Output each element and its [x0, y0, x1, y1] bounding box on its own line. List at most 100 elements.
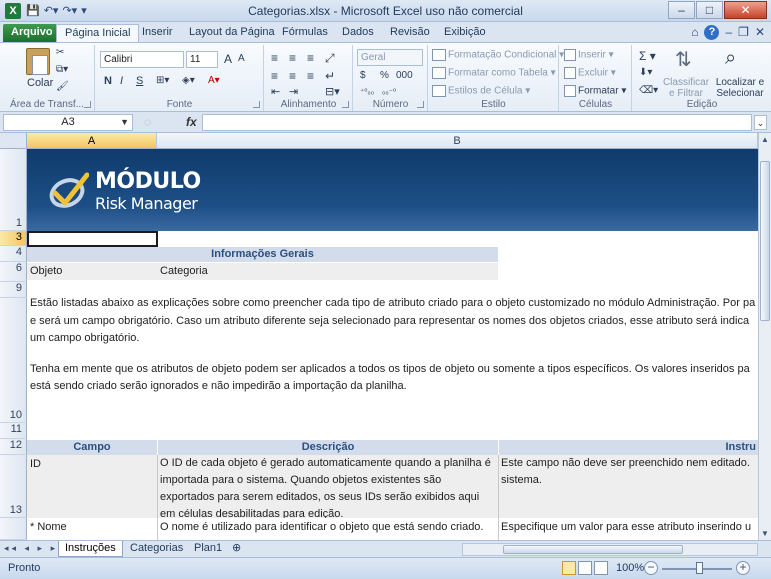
sheet-tab-plan1[interactable]: Plan1 — [188, 541, 228, 557]
tab-formulas[interactable]: Fórmulas — [274, 24, 336, 42]
row-header-14[interactable] — [0, 518, 27, 540]
currency-button[interactable]: $ — [360, 70, 366, 81]
clipboard-launcher[interactable] — [84, 101, 91, 108]
font-color-icon[interactable]: A▾ — [208, 75, 220, 86]
table-row-13-descricao[interactable]: O ID de cada objeto é gerado automaticam… — [160, 455, 496, 518]
row-header-12[interactable]: 12 — [0, 439, 27, 455]
sheet-tab-categorias[interactable]: Categorias — [124, 541, 189, 557]
align-top-icon[interactable]: ≡ — [271, 51, 278, 65]
tab-data[interactable]: Dados — [334, 24, 382, 42]
clear-icon[interactable]: ⌫▾ — [639, 85, 658, 96]
name-box[interactable]: A3 ▼ — [3, 114, 133, 131]
align-right-icon[interactable]: ≡ — [307, 69, 314, 83]
orientation-icon[interactable]: ⤢ — [325, 51, 335, 66]
instructions-paragraph-1-line-1[interactable]: Estão listadas abaixo as explicações sob… — [30, 295, 755, 312]
table-row-13-campo[interactable]: ID — [30, 458, 41, 470]
row-header-9[interactable]: 9 — [0, 282, 27, 298]
tab-home[interactable]: Página Inicial — [56, 24, 140, 42]
instructions-paragraph-2-line-1[interactable]: Tenha em mente que os atributos de objet… — [30, 361, 750, 378]
grow-font-button[interactable]: A — [224, 52, 232, 66]
align-bottom-icon[interactable]: ≡ — [307, 51, 314, 65]
paste-button[interactable]: Colar — [27, 77, 53, 89]
format-painter-icon[interactable]: 🖌 — [56, 81, 69, 92]
table-header-campo[interactable]: Campo — [27, 440, 157, 455]
sheet-tab-instrucoes[interactable]: Instruções — [58, 541, 123, 557]
vertical-scroll-thumb[interactable] — [760, 161, 770, 321]
increase-decimal-icon[interactable]: ⁺⁰₀₀ — [360, 87, 374, 96]
instructions-paragraph-2-line-2[interactable]: está sendo criado serão ignorados e não … — [30, 378, 407, 395]
tab-review[interactable]: Revisão — [382, 24, 438, 42]
autosum-button[interactable]: Σ ▾ — [639, 49, 656, 63]
find-select-button[interactable]: Localizar e Selecionar — [711, 77, 769, 99]
table-header-instrucoes[interactable]: Instru — [499, 440, 758, 455]
expand-formula-bar-icon[interactable]: ⌄ — [754, 115, 767, 130]
table-row-14-descricao[interactable]: O nome é utilizado para identificar o ob… — [160, 521, 483, 533]
align-center-icon[interactable]: ≡ — [289, 69, 296, 83]
font-launcher[interactable] — [253, 101, 260, 108]
format-cells-button[interactable]: Formatar ▾ — [564, 85, 626, 97]
maximize-button[interactable]: □ — [696, 1, 723, 19]
scroll-up-icon[interactable]: ▲ — [759, 133, 771, 146]
zoom-slider-knob[interactable] — [696, 562, 703, 574]
workbook-restore-icon[interactable]: ❐ — [738, 25, 749, 40]
fill-color-icon[interactable]: ◈▾ — [182, 75, 195, 86]
merge-center-icon[interactable]: ⊟▾ — [325, 85, 340, 98]
cell-a6-objeto[interactable]: Objeto — [30, 265, 62, 277]
insert-cells-button[interactable]: Inserir ▾ — [564, 49, 614, 61]
table-row-14-campo[interactable]: * Nome — [30, 521, 67, 533]
page-break-view-icon[interactable] — [594, 561, 608, 575]
tab-page-layout[interactable]: Layout da Página — [181, 24, 283, 42]
row-header-10[interactable]: 10 — [0, 298, 27, 423]
format-as-table-button[interactable]: Formatar como Tabela ▾ — [432, 67, 556, 79]
column-header-b[interactable]: B — [157, 133, 758, 149]
instructions-paragraph-1-line-3[interactable]: um campo obrigatório. — [30, 330, 139, 347]
shrink-font-button[interactable]: A — [238, 53, 245, 64]
minimize-ribbon-icon[interactable]: ⌂ — [691, 25, 698, 40]
row-header-4[interactable]: 4 — [0, 246, 27, 262]
decrease-indent-icon[interactable]: ⇤ — [271, 85, 280, 98]
insert-function-button[interactable]: fx — [186, 115, 197, 129]
selected-cell-a3[interactable] — [27, 231, 158, 247]
chevron-down-icon[interactable]: ▼ — [120, 115, 129, 130]
row-header-3[interactable]: 3 — [0, 231, 27, 246]
section-title-informacoes-gerais[interactable]: Informações Gerais — [27, 247, 498, 262]
table-header-descricao[interactable]: Descrição — [158, 440, 498, 455]
column-header-a[interactable]: A — [27, 133, 157, 149]
bold-button[interactable]: N — [104, 75, 112, 87]
cut-icon[interactable]: ✂ — [56, 47, 64, 58]
font-name-combo[interactable]: Calibri — [100, 51, 184, 68]
row-header-11[interactable]: 11 — [0, 423, 27, 439]
sheet-navigation-icon[interactable]: ◂◂ ◂ ▸ ▸▸ — [4, 543, 66, 554]
formula-input[interactable] — [202, 114, 752, 131]
zoom-level[interactable]: 100% — [616, 562, 644, 574]
sort-filter-button[interactable]: Classificar e Filtrar — [661, 77, 711, 99]
table-row-14-instrucoes[interactable]: Especifique um valor para esse atributo … — [501, 521, 751, 533]
wrap-text-icon[interactable]: ↵ — [325, 69, 335, 83]
align-middle-icon[interactable]: ≡ — [289, 51, 296, 65]
horizontal-scrollbar[interactable] — [462, 543, 758, 556]
vertical-scrollbar[interactable]: ▲ ▼ — [758, 133, 771, 540]
row-header-1[interactable]: 1 — [0, 149, 27, 231]
increase-indent-icon[interactable]: ⇥ — [289, 85, 298, 98]
tab-view[interactable]: Exibição — [436, 24, 494, 42]
zoom-in-icon[interactable]: + — [736, 561, 750, 575]
tab-file[interactable]: Arquivo — [3, 24, 61, 42]
paste-icon[interactable] — [26, 48, 50, 75]
select-all-corner[interactable] — [0, 133, 27, 149]
underline-button[interactable]: S — [136, 75, 143, 87]
instructions-paragraph-1-line-2[interactable]: e será um campo obrigatório. Caso um atr… — [30, 313, 749, 330]
workbook-close-icon[interactable]: ✕ — [755, 25, 765, 40]
cell-styles-button[interactable]: Estilos de Célula ▾ — [432, 85, 530, 97]
alignment-launcher[interactable] — [342, 101, 349, 108]
worksheet-grid[interactable]: A B 1 3 4 6 9 10 11 12 13 MÓDULO Risk Ma… — [0, 133, 758, 540]
number-format-combo[interactable]: Geral — [357, 49, 423, 66]
fill-icon[interactable]: ⬇▾ — [639, 67, 652, 78]
thousands-button[interactable]: 000 — [396, 70, 413, 81]
delete-cells-button[interactable]: Excluir ▾ — [564, 67, 616, 79]
insert-sheet-icon[interactable]: ⊕ — [226, 541, 247, 557]
conditional-formatting-button[interactable]: Formatação Condicional ▾ — [432, 49, 564, 61]
normal-view-icon[interactable] — [562, 561, 576, 575]
horizontal-scroll-thumb[interactable] — [503, 545, 683, 554]
italic-button[interactable]: I — [120, 75, 123, 87]
decrease-decimal-icon[interactable]: ₀₀⁻⁰ — [382, 87, 396, 96]
